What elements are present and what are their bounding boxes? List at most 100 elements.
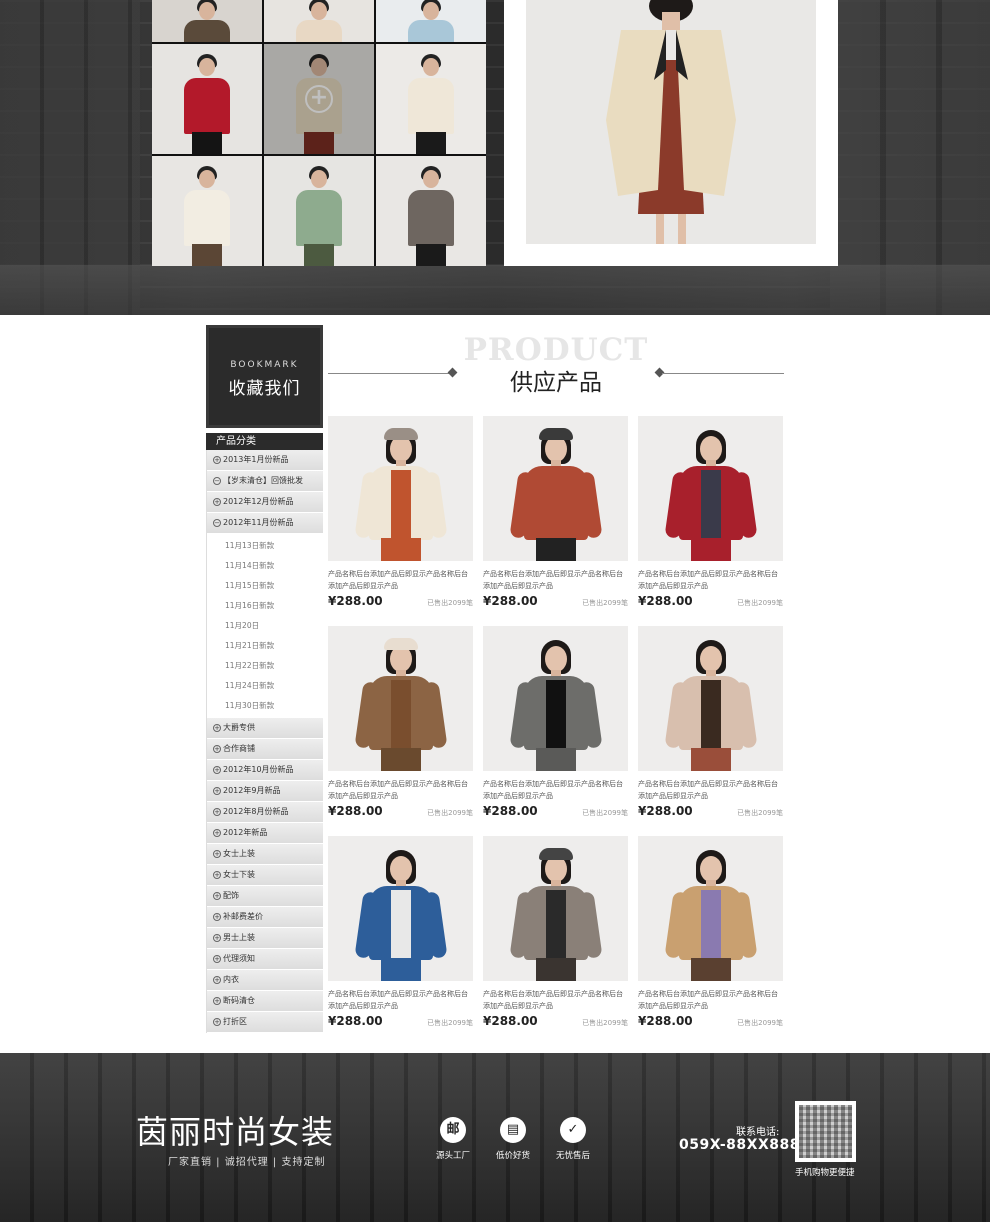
product-description[interactable]: 产品名称后台添加产品后即显示产品名称后台添加产品后即显示产品 xyxy=(483,778,628,802)
gallery-thumbnail[interactable] xyxy=(376,0,486,42)
bookmark-button[interactable]: BOOKMARK 收藏我们 xyxy=(206,325,323,428)
category-label: 2012年9月新品 xyxy=(223,786,281,795)
thumb-legs xyxy=(192,132,222,154)
product-meta: ¥288.00 已售出2099笔 xyxy=(328,1014,473,1028)
category-item[interactable]: + 配饰 xyxy=(207,886,323,907)
collapse-icon[interactable]: − xyxy=(213,518,221,527)
category-item[interactable]: + 女士下装 xyxy=(207,865,323,886)
product-card[interactable]: 产品名称后台添加产品后即显示产品名称后台添加产品后即显示产品 ¥288.00 已售出… xyxy=(328,626,473,822)
category-item[interactable]: + 断码清仓 xyxy=(207,991,323,1012)
category-item[interactable]: + 男士上装 xyxy=(207,928,323,949)
category-item[interactable]: −2012年11月份新品 xyxy=(207,513,323,534)
product-card[interactable]: 产品名称后台添加产品后即显示产品名称后台添加产品后即显示产品 ¥288.00 已售出… xyxy=(328,416,473,612)
subcategory-item[interactable]: 11月15日新款 xyxy=(207,576,323,596)
subcategory-item[interactable]: 11月20日 xyxy=(207,616,323,636)
gallery-thumbnail[interactable] xyxy=(376,156,486,266)
product-price: ¥288.00 xyxy=(328,594,383,608)
product-model xyxy=(351,846,451,981)
featured-photo[interactable] xyxy=(526,0,816,244)
product-description[interactable]: 产品名称后台添加产品后即显示产品名称后台添加产品后即显示产品 xyxy=(638,988,783,1012)
product-section-header: PRODUCT 供应产品 xyxy=(328,330,784,400)
product-description[interactable]: 产品名称后台添加产品后即显示产品名称后台添加产品后即显示产品 xyxy=(638,568,783,592)
expand-icon[interactable]: + xyxy=(213,828,221,837)
expand-icon[interactable]: + xyxy=(213,1017,221,1026)
category-item[interactable]: +2012年8月份新品 xyxy=(207,802,323,823)
product-description[interactable]: 产品名称后台添加产品后即显示产品名称后台添加产品后即显示产品 xyxy=(483,988,628,1012)
expand-icon[interactable]: + xyxy=(213,786,221,795)
category-item[interactable]: +2012年新品 xyxy=(207,823,323,844)
product-photo[interactable] xyxy=(328,836,473,981)
thumb-head xyxy=(311,2,327,20)
product-card[interactable]: 产品名称后台添加产品后即显示产品名称后台添加产品后即显示产品 ¥288.00 已售出… xyxy=(638,626,783,822)
product-photo[interactable] xyxy=(638,416,783,561)
subcategory-item[interactable]: 11月16日新款 xyxy=(207,596,323,616)
category-item[interactable]: +2012年10月份新品 xyxy=(207,760,323,781)
product-card[interactable]: 产品名称后台添加产品后即显示产品名称后台添加产品后即显示产品 ¥288.00 已售出… xyxy=(483,836,628,1032)
product-photo[interactable] xyxy=(483,626,628,771)
category-item[interactable]: +2013年1月份新品 xyxy=(207,450,323,471)
expand-icon[interactable]: + xyxy=(213,849,221,858)
expand-icon[interactable]: + xyxy=(213,870,221,879)
category-item[interactable]: +2012年12月份新品 xyxy=(207,492,323,513)
subcategory-item[interactable]: 11月30日新款 xyxy=(207,696,323,716)
category-item[interactable]: − 【岁末清仓】回馈批发 xyxy=(207,471,323,492)
product-photo[interactable] xyxy=(328,626,473,771)
zoom-plus-icon[interactable]: + xyxy=(305,85,333,113)
gallery-thumbnail[interactable] xyxy=(264,0,374,42)
product-card[interactable]: 产品名称后台添加产品后即显示产品名称后台添加产品后即显示产品 ¥288.00 已售出… xyxy=(638,836,783,1032)
expand-icon[interactable]: + xyxy=(213,996,221,1005)
product-description[interactable]: 产品名称后台添加产品后即显示产品名称后台添加产品后即显示产品 xyxy=(328,988,473,1012)
subcategory-item[interactable]: 11月24日新款 xyxy=(207,676,323,696)
expand-icon[interactable]: + xyxy=(213,455,221,464)
product-photo[interactable] xyxy=(638,836,783,981)
bookmark-title-cn: 收藏我们 xyxy=(228,379,301,399)
gallery-thumbnail[interactable]: + xyxy=(264,44,374,154)
category-item[interactable]: + 女士上装 xyxy=(207,844,323,865)
expand-icon[interactable]: + xyxy=(213,723,221,732)
category-item[interactable]: +2012年9月新品 xyxy=(207,781,323,802)
expand-icon[interactable]: + xyxy=(213,497,221,506)
product-card[interactable]: 产品名称后台添加产品后即显示产品名称后台添加产品后即显示产品 ¥288.00 已售出… xyxy=(638,416,783,612)
collapse-icon[interactable]: − xyxy=(213,476,221,485)
subcategory-item[interactable]: 11月22日新款 xyxy=(207,656,323,676)
expand-icon[interactable]: + xyxy=(213,744,221,753)
product-description[interactable]: 产品名称后台添加产品后即显示产品名称后台添加产品后即显示产品 xyxy=(328,778,473,802)
category-item[interactable]: + 大爵专供 xyxy=(207,718,323,739)
expand-icon[interactable]: + xyxy=(213,807,221,816)
expand-icon[interactable]: + xyxy=(213,765,221,774)
subcategory-item[interactable]: 11月21日新款 xyxy=(207,636,323,656)
product-description[interactable]: 产品名称后台添加产品后即显示产品名称后台添加产品后即显示产品 xyxy=(483,568,628,592)
product-description[interactable]: 产品名称后台添加产品后即显示产品名称后台添加产品后即显示产品 xyxy=(328,568,473,592)
thumb-head xyxy=(423,2,439,20)
expand-icon[interactable]: + xyxy=(213,912,221,921)
gallery-thumbnail[interactable] xyxy=(152,0,262,42)
product-photo[interactable] xyxy=(483,836,628,981)
product-photo[interactable] xyxy=(483,416,628,561)
category-item[interactable]: + 补邮费差价 xyxy=(207,907,323,928)
thumb-coat xyxy=(296,20,342,42)
product-card[interactable]: 产品名称后台添加产品后即显示产品名称后台添加产品后即显示产品 ¥288.00 已售出… xyxy=(483,626,628,822)
category-item[interactable]: + 打折区 xyxy=(207,1012,323,1033)
product-photo[interactable] xyxy=(638,626,783,771)
product-price: ¥288.00 xyxy=(483,804,538,818)
product-card[interactable]: 产品名称后台添加产品后即显示产品名称后台添加产品后即显示产品 ¥288.00 已售出… xyxy=(328,836,473,1032)
expand-icon[interactable]: + xyxy=(213,975,221,984)
phone-number[interactable]: 059X-88XX8888 xyxy=(679,1137,810,1153)
expand-icon[interactable]: + xyxy=(213,954,221,963)
category-item[interactable]: + 内衣 xyxy=(207,970,323,991)
expand-icon[interactable]: + xyxy=(213,933,221,942)
gallery-thumbnail[interactable] xyxy=(264,156,374,266)
gallery-thumbnail[interactable] xyxy=(376,44,486,154)
subcategory-item[interactable]: 11月14日新款 xyxy=(207,556,323,576)
qr-code[interactable] xyxy=(795,1101,856,1162)
product-photo[interactable] xyxy=(328,416,473,561)
product-description[interactable]: 产品名称后台添加产品后即显示产品名称后台添加产品后即显示产品 xyxy=(638,778,783,802)
subcategory-item[interactable]: 11月13日新款 xyxy=(207,536,323,556)
thumb-legs xyxy=(416,244,446,266)
category-item[interactable]: + 合作商铺 xyxy=(207,739,323,760)
gallery-thumbnail[interactable] xyxy=(152,44,262,154)
category-item[interactable]: + 代理须知 xyxy=(207,949,323,970)
gallery-thumbnail[interactable] xyxy=(152,156,262,266)
product-card[interactable]: 产品名称后台添加产品后即显示产品名称后台添加产品后即显示产品 ¥288.00 已售出… xyxy=(483,416,628,612)
expand-icon[interactable]: + xyxy=(213,891,221,900)
